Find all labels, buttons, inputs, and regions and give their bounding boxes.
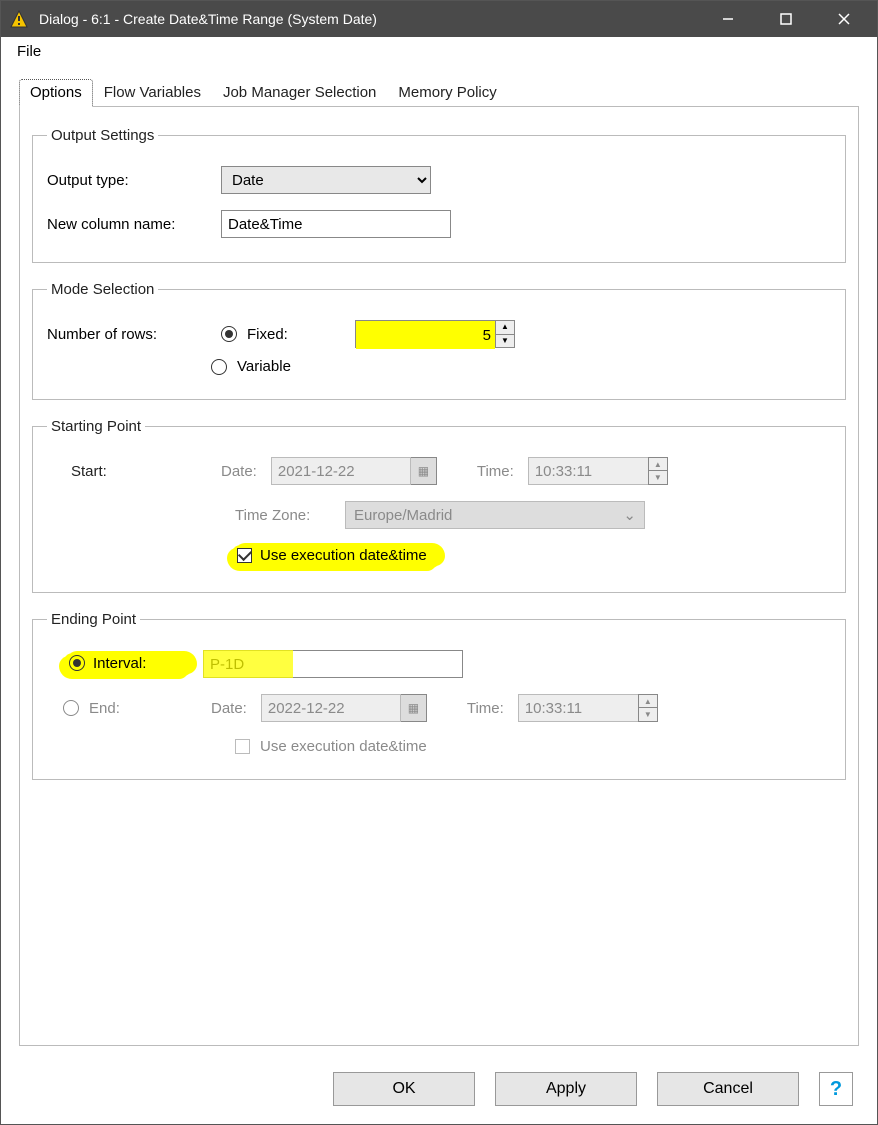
output-type-select[interactable]: Date <box>221 166 431 194</box>
fixed-rows-input[interactable] <box>356 321 495 349</box>
starting-point-legend: Starting Point <box>47 418 145 435</box>
fixed-label: Fixed: <box>247 326 307 343</box>
maximize-button[interactable] <box>757 1 815 37</box>
mode-selection-group: Mode Selection Number of rows: Fixed: ▲ … <box>32 281 846 400</box>
start-label: Start: <box>71 463 211 480</box>
minimize-button[interactable] <box>699 1 757 37</box>
timezone-select: Europe/Madrid ⌄ <box>345 501 645 529</box>
timezone-label: Time Zone: <box>235 507 331 524</box>
ending-point-group: Ending Point Interval: End: Date: <box>32 611 846 780</box>
use-exec-start-label: Use execution date&time <box>260 547 427 564</box>
spinner-up-icon: ▲ <box>649 458 667 471</box>
timezone-value: Europe/Madrid <box>354 507 452 524</box>
mode-selection-legend: Mode Selection <box>47 281 158 298</box>
help-button[interactable]: ? <box>819 1072 853 1106</box>
end-radio[interactable] <box>63 700 79 716</box>
end-time-input <box>518 694 638 722</box>
interval-input[interactable] <box>203 650 463 678</box>
new-column-input[interactable] <box>221 210 451 238</box>
menu-file[interactable]: File <box>11 41 47 62</box>
dialog-window: Dialog - 6:1 - Create Date&Time Range (S… <box>0 0 878 1125</box>
start-date-label: Date: <box>221 463 257 480</box>
starting-point-group: Starting Point Start: Date: ▦ Time: ▲▼ <box>32 418 846 593</box>
output-type-label: Output type: <box>47 172 211 189</box>
calendar-icon: ▦ <box>411 457 437 485</box>
start-date-input <box>271 457 411 485</box>
output-settings-group: Output Settings Output type: Date New co… <box>32 127 846 263</box>
ending-point-legend: Ending Point <box>47 611 140 628</box>
end-date-label: Date: <box>211 700 247 717</box>
interval-radio[interactable] <box>69 655 85 671</box>
content-area: Options Flow Variables Job Manager Selec… <box>1 68 877 1058</box>
tab-options[interactable]: Options <box>19 79 93 107</box>
tab-strip: Options Flow Variables Job Manager Selec… <box>19 78 859 106</box>
ok-button[interactable]: OK <box>333 1072 475 1106</box>
tab-memory-policy[interactable]: Memory Policy <box>387 79 507 107</box>
close-button[interactable] <box>815 1 873 37</box>
apply-button[interactable]: Apply <box>495 1072 637 1106</box>
rows-label: Number of rows: <box>47 326 211 343</box>
use-exec-end-label: Use execution date&time <box>260 738 427 755</box>
spinner-down-icon: ▼ <box>649 471 667 484</box>
end-label: End: <box>89 700 201 717</box>
spinner-down-icon: ▼ <box>639 708 657 721</box>
use-exec-end-checkbox <box>235 739 250 754</box>
output-settings-legend: Output Settings <box>47 127 158 144</box>
new-column-label: New column name: <box>47 216 211 233</box>
start-time-input <box>528 457 648 485</box>
variable-radio[interactable] <box>211 359 227 375</box>
app-icon <box>9 9 29 29</box>
variable-label: Variable <box>237 358 291 375</box>
titlebar: Dialog - 6:1 - Create Date&Time Range (S… <box>1 1 877 37</box>
spinner-up-icon[interactable]: ▲ <box>496 321 514 335</box>
start-time-label: Time: <box>477 463 514 480</box>
menubar: File <box>1 37 877 68</box>
chevron-down-icon: ⌄ <box>623 506 636 524</box>
calendar-icon: ▦ <box>401 694 427 722</box>
interval-label: Interval: <box>93 655 146 672</box>
tab-job-manager[interactable]: Job Manager Selection <box>212 79 387 107</box>
fixed-rows-spinner[interactable]: ▲ ▼ <box>355 320 515 348</box>
button-bar: OK Apply Cancel ? <box>1 1058 877 1124</box>
spinner-up-icon: ▲ <box>639 695 657 708</box>
options-panel: Output Settings Output type: Date New co… <box>19 106 859 1046</box>
spinner-down-icon[interactable]: ▼ <box>496 335 514 348</box>
end-time-label: Time: <box>467 700 504 717</box>
fixed-radio[interactable] <box>221 326 237 342</box>
cancel-button[interactable]: Cancel <box>657 1072 799 1106</box>
end-date-input <box>261 694 401 722</box>
use-exec-start-checkbox[interactable] <box>237 548 252 563</box>
window-title: Dialog - 6:1 - Create Date&Time Range (S… <box>39 11 377 27</box>
tab-flow-variables[interactable]: Flow Variables <box>93 79 212 107</box>
